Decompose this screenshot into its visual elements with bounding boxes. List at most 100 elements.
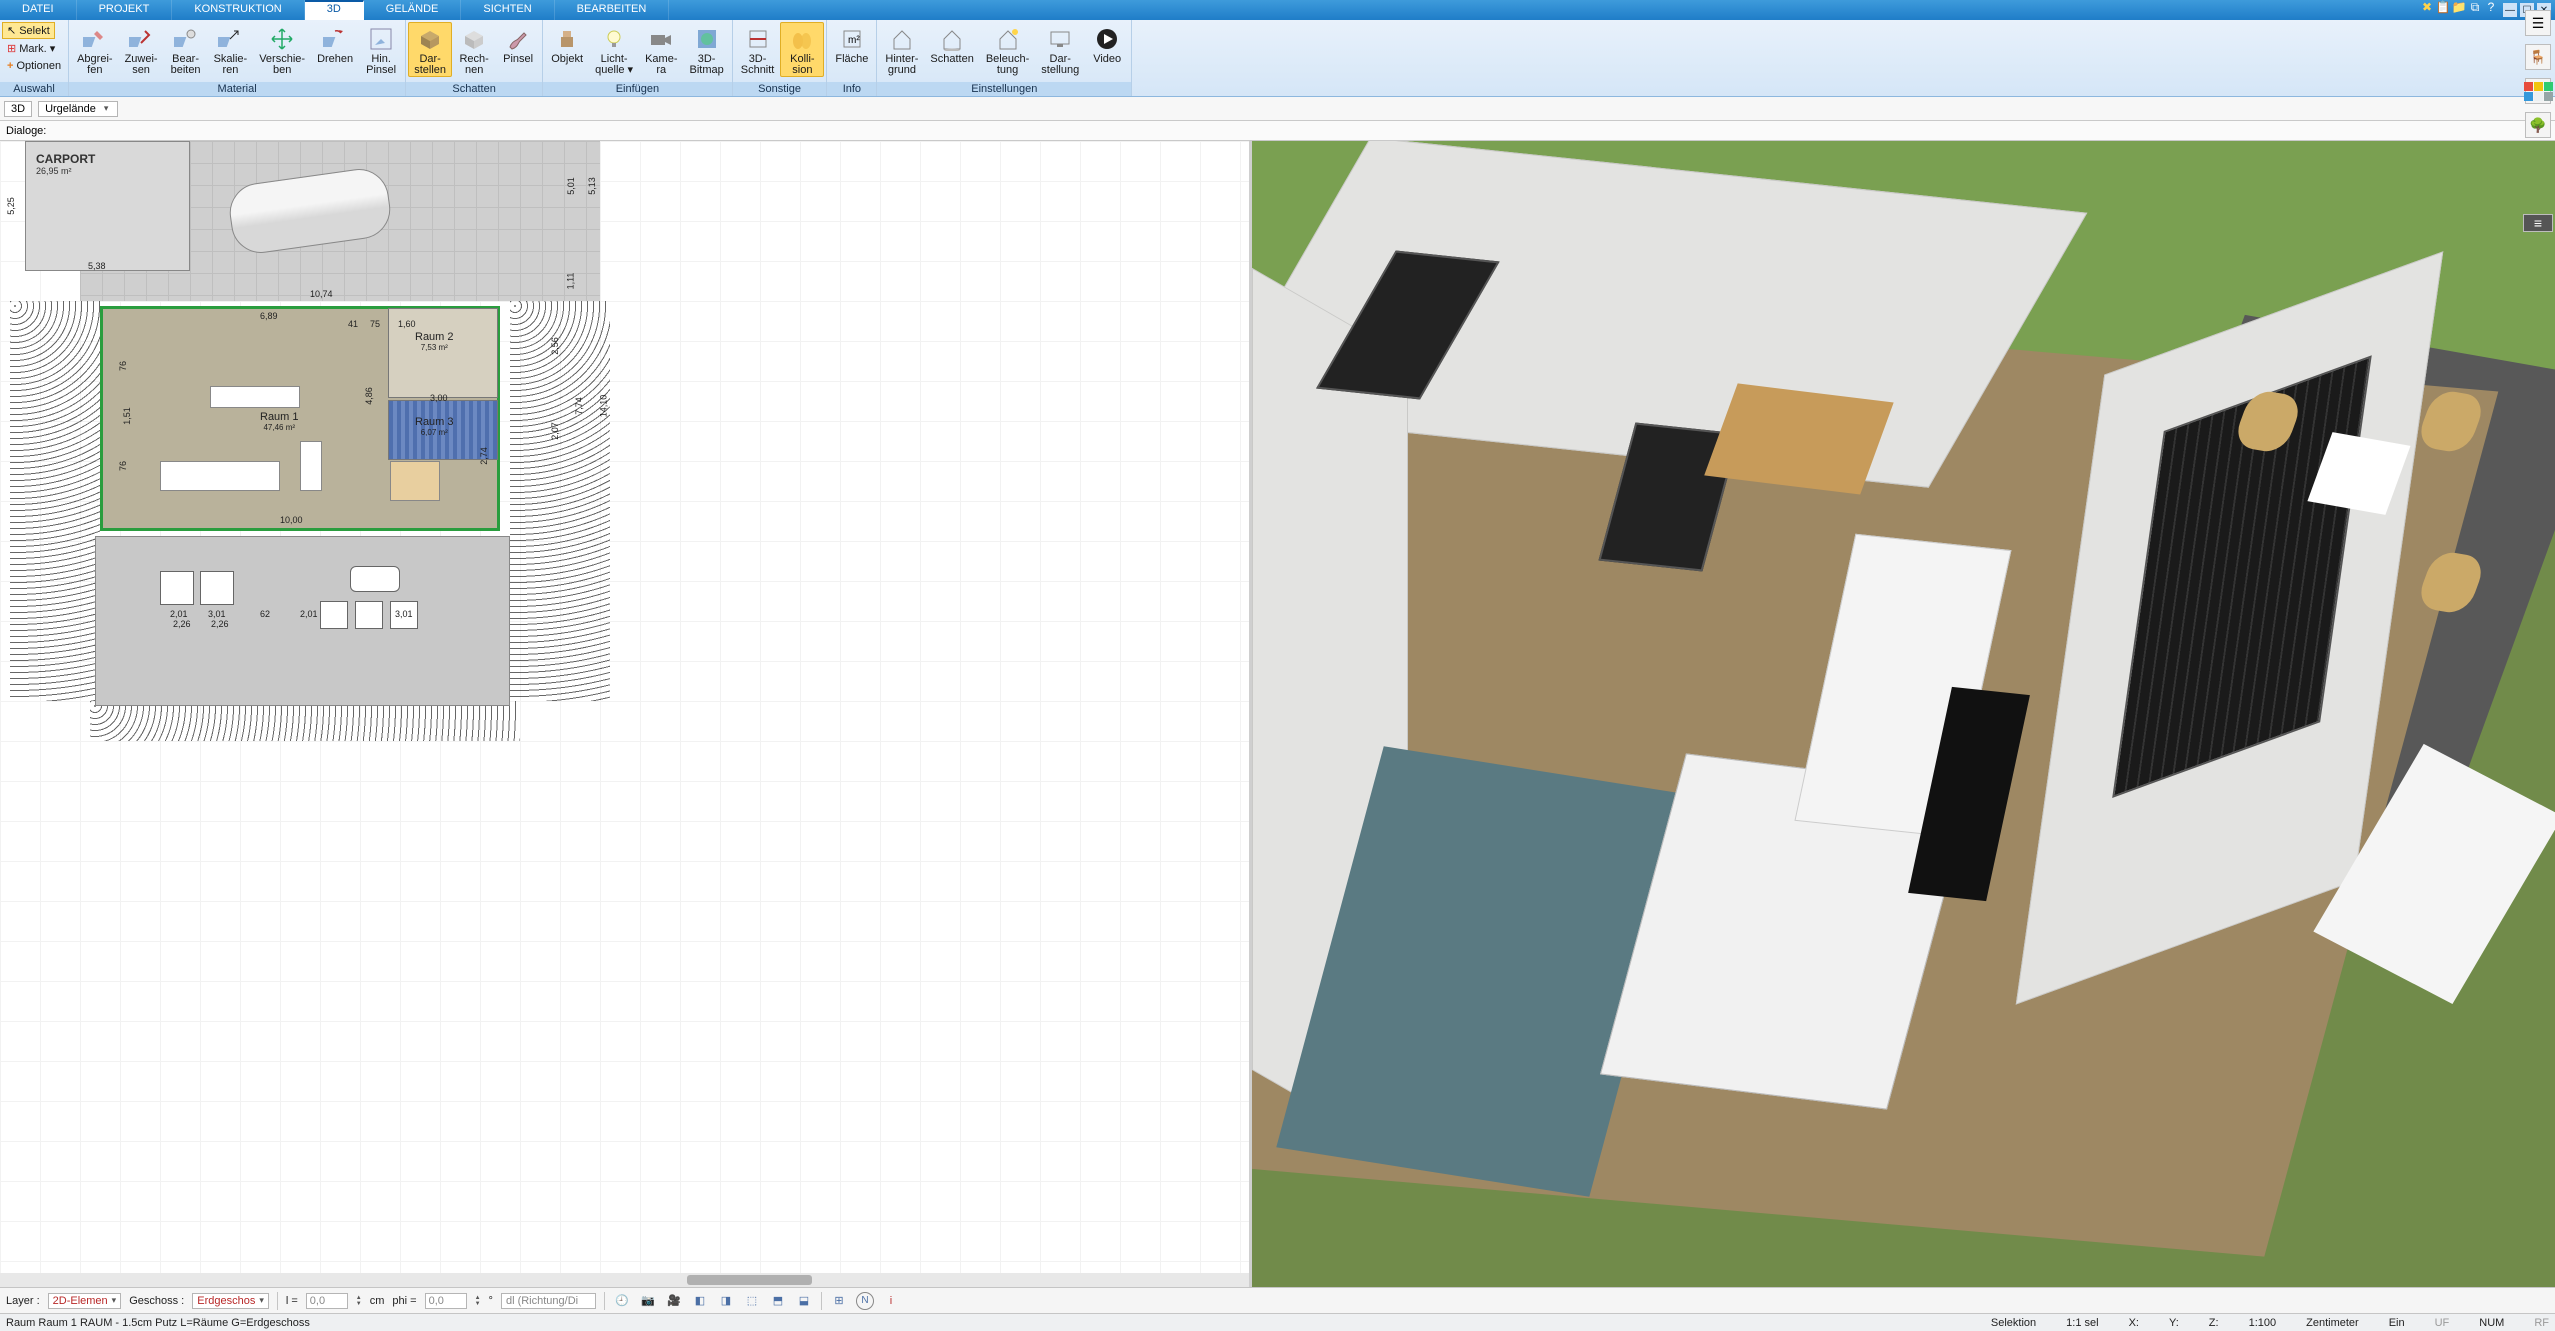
furniture — [210, 386, 300, 408]
status-scale: 1:100 — [2249, 1317, 2277, 1329]
beleuchtung-button[interactable]: Beleuch- tung — [980, 22, 1035, 77]
lichtquelle-button[interactable]: Licht- quelle ▾ — [589, 22, 639, 77]
layers3-icon[interactable]: ⬓ — [795, 1292, 813, 1310]
dim-label: 4,86 — [364, 387, 374, 405]
drawer-handle[interactable]: ≡ — [2523, 214, 2553, 232]
stack1-icon[interactable]: ◧ — [691, 1292, 709, 1310]
schnitt-button[interactable]: 3D- Schnitt — [735, 22, 781, 77]
menu-tab-konstruktion[interactable]: KONSTRUKTION — [172, 0, 304, 20]
skalieren-button[interactable]: Skalie- ren — [208, 22, 254, 77]
dim-label: 1,11 — [565, 273, 575, 290]
palette-icon[interactable] — [2525, 78, 2551, 104]
layers1-icon[interactable]: ⬚ — [743, 1292, 761, 1310]
zuweisen-button[interactable]: Zuwei- sen — [119, 22, 164, 77]
l-input[interactable]: 0,0 — [306, 1293, 348, 1309]
dim-label: 2,26 — [211, 619, 229, 629]
bitmap-button[interactable]: 3D- Bitmap — [683, 22, 729, 77]
optionen-button[interactable]: +Optionen — [2, 58, 66, 74]
mark-button[interactable]: ⊞Mark. ▾ — [2, 40, 60, 57]
dim-label: 2,74 — [479, 447, 489, 465]
camera-icon — [648, 26, 674, 52]
status-unit: Zentimeter — [2306, 1317, 2359, 1329]
layers2-icon[interactable]: ⬒ — [769, 1292, 787, 1310]
dim-label: 1,51 — [122, 407, 132, 425]
status-selcount: 1:1 sel — [2066, 1317, 2098, 1329]
dialoge-label: Dialoge: — [6, 125, 46, 137]
menu-tab-projekt[interactable]: PROJEKT — [77, 0, 173, 20]
menu-tab-gelaende[interactable]: GELÄNDE — [364, 0, 462, 20]
select-button[interactable]: ↖Selekt — [2, 22, 55, 39]
group-title: Sonstige — [733, 82, 827, 96]
chair-icon[interactable]: 🪑 — [2525, 44, 2551, 70]
hintergrund-button[interactable]: Hinter- grund — [879, 22, 924, 77]
menu-tab-datei[interactable]: DATEI — [0, 0, 77, 20]
window-icon[interactable]: ⧉ — [2468, 0, 2482, 14]
ribbon-group-sonstige: 3D- Schnitt Kolli- sion Sonstige — [733, 20, 828, 96]
l-unit: cm — [370, 1295, 385, 1307]
flaeche-button[interactable]: m²Fläche — [829, 22, 874, 66]
save-icon[interactable]: 📋 — [2436, 0, 2450, 14]
help-icon[interactable]: ? — [2484, 0, 2498, 14]
objekt-button[interactable]: Objekt — [545, 22, 589, 66]
cut-icon — [745, 26, 771, 52]
l-spinner[interactable]: ▲▼ — [356, 1295, 362, 1307]
dim-label: 76 — [118, 361, 128, 371]
darstellung-button[interactable]: Dar- stellung — [1035, 22, 1085, 77]
darstellen-button[interactable]: Dar- stellen — [408, 22, 452, 77]
video-small-icon[interactable]: 🎥 — [665, 1292, 683, 1310]
main-split: CARPORT 26,95 m² 10,74 5,38 5,25 5,01 5,… — [0, 141, 2555, 1287]
minimize-button[interactable]: — — [2503, 3, 2517, 17]
status-ein: Ein — [2389, 1317, 2405, 1329]
drehen-button[interactable]: Drehen — [311, 22, 359, 66]
camera-small-icon[interactable]: 📷 — [639, 1292, 657, 1310]
hinpinsel-button[interactable]: Hin. Pinsel — [359, 22, 403, 77]
furniture — [300, 441, 322, 491]
phi-spinner[interactable]: ▲▼ — [475, 1295, 481, 1307]
plus-icon: + — [7, 60, 13, 72]
collision-icon — [789, 26, 815, 52]
stack2-icon[interactable]: ◨ — [717, 1292, 735, 1310]
map-icon — [694, 26, 720, 52]
floor-label: Geschoss : — [129, 1295, 184, 1307]
object-icon — [554, 26, 580, 52]
play-icon — [1094, 26, 1120, 52]
carport: CARPORT 26,95 m² — [25, 141, 190, 271]
verschieben-button[interactable]: Verschie- ben — [253, 22, 311, 77]
layers-icon[interactable]: ☰ — [2525, 10, 2551, 36]
side-toolbar: ☰ 🪑 🌳 ≡ — [2523, 10, 2553, 232]
rechnen-button[interactable]: Rech- nen — [452, 22, 496, 77]
backbrush-icon — [368, 26, 394, 52]
menu-tab-sichten[interactable]: SICHTEN — [461, 0, 554, 20]
kamera-button[interactable]: Kame- ra — [639, 22, 683, 77]
folder-icon[interactable]: 📁 — [2452, 0, 2466, 14]
furniture — [160, 571, 194, 605]
abgreifen-button[interactable]: Abgrei- fen — [71, 22, 118, 77]
kollision-button[interactable]: Kolli- sion — [780, 22, 824, 77]
status-uf: UF — [2435, 1317, 2450, 1329]
tool-icon[interactable]: ✖ — [2420, 0, 2434, 14]
grid-icon[interactable]: ⊞ — [830, 1292, 848, 1310]
info-icon[interactable]: i — [882, 1292, 900, 1310]
tree-icon[interactable]: 🌳 — [2525, 112, 2551, 138]
menu-tab-bearbeiten[interactable]: BEARBEITEN — [555, 0, 670, 20]
dl-input[interactable]: dl (Richtung/Di — [501, 1293, 596, 1309]
pinsel-button[interactable]: Pinsel — [496, 22, 540, 66]
schatten-button[interactable]: Schatten — [924, 22, 979, 66]
mark-icon: ⊞ — [7, 42, 16, 55]
status-text: Raum Raum 1 RAUM - 1.5cm Putz L=Räume G=… — [6, 1317, 310, 1329]
viewport-3d[interactable] — [1252, 141, 2555, 1287]
layer-dropdown[interactable]: Urgelände — [38, 101, 118, 117]
scrollbar-horizontal[interactable] — [0, 1273, 1249, 1287]
viewport-2d[interactable]: CARPORT 26,95 m² 10,74 5,38 5,25 5,01 5,… — [0, 141, 1252, 1287]
bearbeiten-button[interactable]: Bear- beiten — [164, 22, 208, 77]
phi-input[interactable]: 0,0 — [425, 1293, 467, 1309]
north-icon[interactable]: N — [856, 1292, 874, 1310]
clock-icon[interactable]: 🕘 — [613, 1292, 631, 1310]
dialog-bar: Dialoge: — [0, 121, 2555, 141]
ribbon-group-schatten: Dar- stellen Rech- nen Pinsel Schatten — [406, 20, 543, 96]
floor-dropdown[interactable]: Erdgeschos — [192, 1293, 269, 1309]
video-button[interactable]: Video — [1085, 22, 1129, 66]
menu-tab-3d[interactable]: 3D — [305, 0, 364, 20]
layer-dropdown[interactable]: 2D-Elemen — [48, 1293, 122, 1309]
edit-icon — [173, 26, 199, 52]
